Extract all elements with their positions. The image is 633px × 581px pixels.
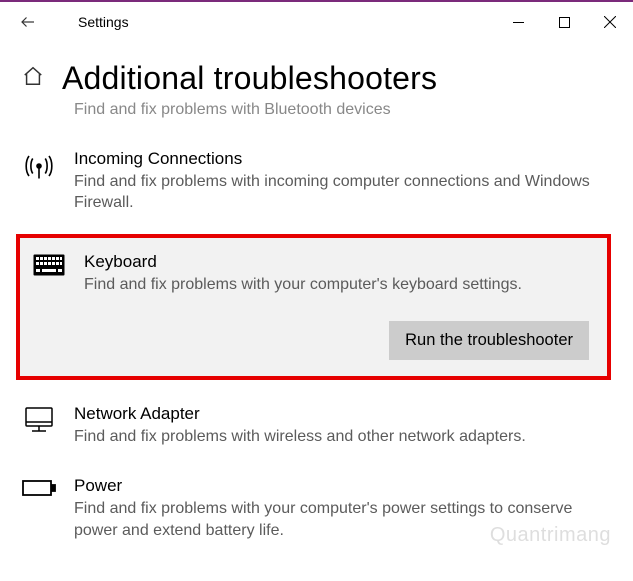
item-title: Power: [74, 476, 611, 496]
troubleshooter-item-incoming-connections[interactable]: Incoming Connections Find and fix proble…: [10, 135, 623, 228]
back-button[interactable]: [8, 2, 48, 42]
item-desc: Find and fix problems with incoming comp…: [74, 171, 611, 214]
arrow-left-icon: [19, 13, 37, 31]
item-body: Incoming Connections Find and fix proble…: [74, 149, 611, 214]
maximize-icon: [559, 17, 570, 28]
item-title: Keyboard: [84, 252, 595, 272]
keyboard-icon: [32, 252, 66, 276]
minimize-button[interactable]: [495, 2, 541, 42]
titlebar: Settings: [0, 2, 633, 42]
bluetooth-item-desc-partial: Find and fix problems with Bluetooth dev…: [0, 99, 633, 135]
battery-icon: [22, 476, 56, 498]
minimize-icon: [513, 17, 524, 28]
item-body: Keyboard Find and fix problems with your…: [84, 252, 595, 296]
item-body: Network Adapter Find and fix problems wi…: [74, 404, 611, 448]
close-icon: [604, 16, 616, 28]
troubleshooter-list: Incoming Connections Find and fix proble…: [0, 135, 633, 556]
page-header: Additional troubleshooters: [0, 42, 633, 99]
maximize-button[interactable]: [541, 2, 587, 42]
item-title: Network Adapter: [74, 404, 611, 424]
run-troubleshooter-button[interactable]: Run the troubleshooter: [389, 321, 589, 360]
troubleshooter-item-power[interactable]: Power Find and fix problems with your co…: [10, 462, 623, 555]
monitor-icon: [22, 404, 56, 434]
item-title: Incoming Connections: [74, 149, 611, 169]
antenna-icon: [22, 149, 56, 181]
item-desc: Find and fix problems with your computer…: [74, 498, 611, 541]
troubleshooter-item-network-adapter[interactable]: Network Adapter Find and fix problems wi…: [10, 390, 623, 462]
item-body: Power Find and fix problems with your co…: [74, 476, 611, 541]
app-title: Settings: [78, 14, 129, 30]
item-desc: Find and fix problems with your computer…: [84, 274, 595, 296]
page-title: Additional troubleshooters: [62, 60, 437, 97]
window-controls: [495, 2, 633, 42]
home-icon[interactable]: [22, 65, 44, 92]
close-button[interactable]: [587, 2, 633, 42]
troubleshooter-item-keyboard-selected[interactable]: Keyboard Find and fix problems with your…: [16, 234, 611, 381]
item-desc: Find and fix problems with wireless and …: [74, 426, 611, 448]
